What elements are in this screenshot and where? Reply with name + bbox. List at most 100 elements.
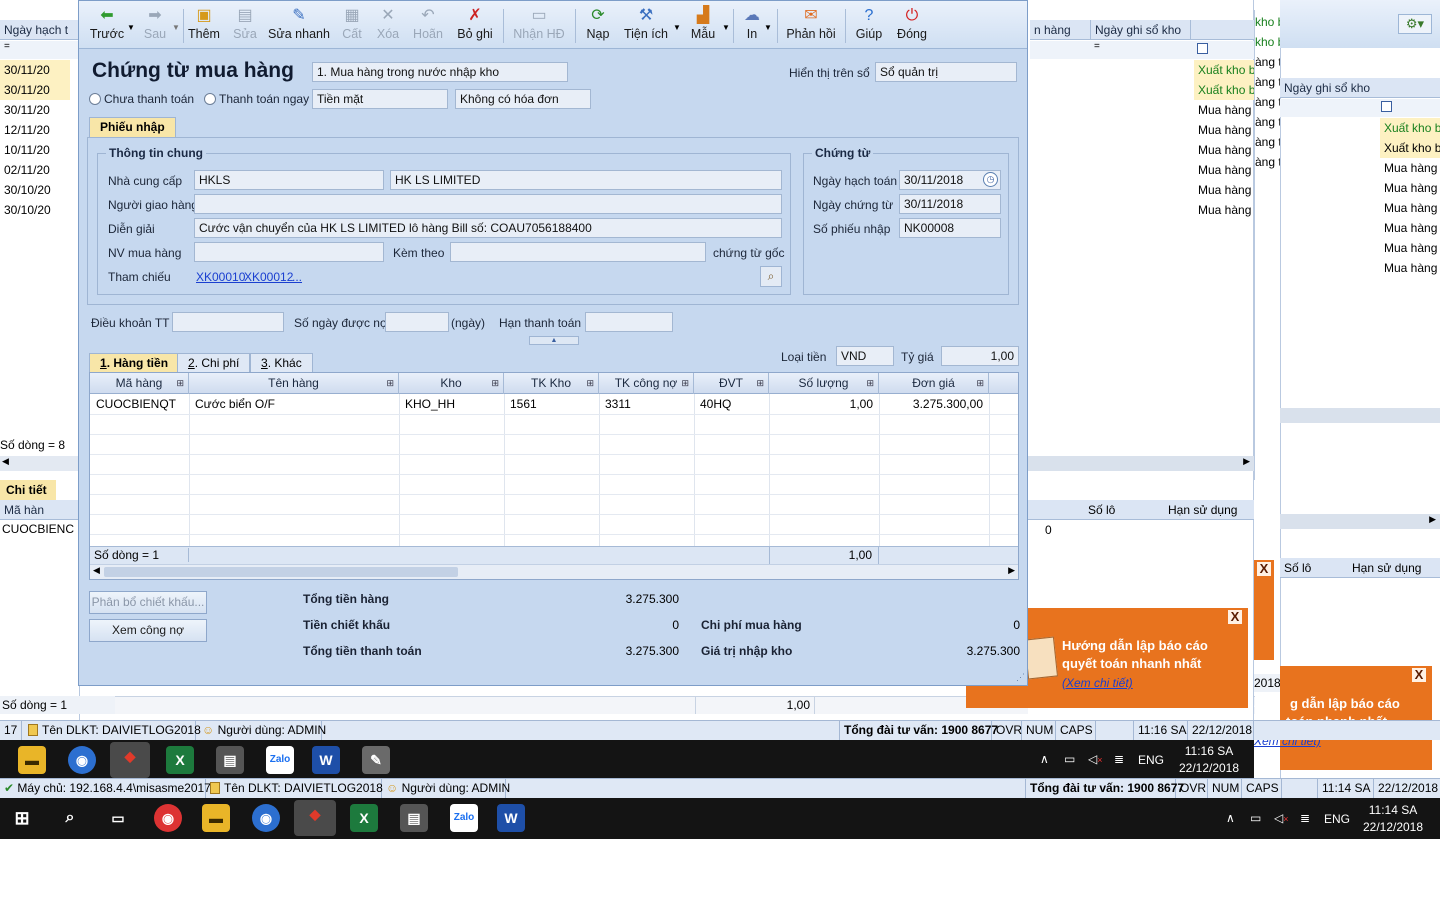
task-view-icon[interactable]: ▭	[104, 804, 132, 832]
printer-app-2-icon[interactable]: ▤	[400, 804, 428, 832]
close-button[interactable]: ⏻ Đóng	[893, 3, 931, 47]
supplier-code-input[interactable]: HKLS	[194, 170, 384, 190]
pin-icon[interactable]: ⊞	[976, 373, 984, 393]
cell-item-name[interactable]: Cước biển O/F	[189, 394, 399, 414]
bg-list-item[interactable]: Mua hàng t	[1194, 100, 1254, 120]
bg-date-row[interactable]: 10/11/20	[0, 140, 70, 160]
chrome-2-icon[interactable]: ◉	[252, 804, 280, 832]
col-warehouse[interactable]: Kho ⊞	[399, 373, 504, 394]
chrome-alt-icon[interactable]: ◉	[68, 746, 96, 774]
tab-goods[interactable]: 1. Hàng tiền	[89, 353, 180, 374]
credit-days-input[interactable]	[385, 312, 449, 332]
cell-unit[interactable]: 40HQ	[694, 394, 769, 414]
bg-date-row[interactable]: 30/11/20	[0, 80, 70, 100]
bg-list-item[interactable]: Mua hàng t	[1380, 158, 1440, 178]
chrome-icon[interactable]: ◉	[154, 804, 182, 832]
network-icon[interactable]: ▭	[1250, 811, 1261, 826]
search-reference-button[interactable]: ⌕	[760, 266, 782, 287]
excel-2-icon[interactable]: X	[350, 804, 378, 832]
purchase-type-select[interactable]: 1. Mua hàng trong nước nhập kho	[312, 62, 568, 82]
bg-list-item[interactable]: Mua hàng t	[1380, 218, 1440, 238]
paint-icon[interactable]: ✎	[362, 746, 390, 774]
utilities-button[interactable]: ⚒ Tiện ích	[621, 3, 671, 47]
zalo-icon[interactable]: Zalo	[266, 746, 294, 774]
bg-list-item[interactable]: Mua hàng t	[1380, 258, 1440, 278]
collapse-handle[interactable]: ▲	[529, 336, 579, 345]
chevron-down-icon[interactable]: ▼	[722, 23, 730, 32]
tray-chevron-up-icon[interactable]: ∧	[1226, 811, 1235, 826]
cell-stock-account[interactable]: 1561	[504, 394, 599, 414]
reference-link-1[interactable]: XK00010	[196, 270, 245, 284]
print-button[interactable]: ☁ In	[737, 3, 767, 47]
bg-date-row[interactable]: 02/11/20	[0, 160, 70, 180]
pin-icon[interactable]: ⊞	[756, 373, 764, 393]
supplier-name-input[interactable]: HK LS LIMITED	[390, 170, 782, 190]
edit-button[interactable]: ▤ Sửa	[227, 3, 263, 47]
prev-button[interactable]: ⬅ Trước	[87, 3, 127, 47]
due-date-input[interactable]	[585, 312, 673, 332]
bg-list-item[interactable]: Mua hàng t	[1194, 120, 1254, 140]
close-icon[interactable]: X	[1228, 610, 1242, 624]
volume-icon[interactable]: ◁×	[1088, 752, 1103, 768]
tab-cost[interactable]: 2. Chi phí	[177, 353, 251, 374]
bg-list-item[interactable]: Mua hàng t	[1380, 198, 1440, 218]
bg-list-item[interactable]: Xuất kho ba	[1380, 118, 1440, 138]
payment-terms-input[interactable]	[172, 312, 284, 332]
col-item-code[interactable]: Mã hàng ⊞	[90, 373, 189, 394]
promo-banner-back[interactable]: X	[1254, 560, 1274, 660]
chevron-down-icon[interactable]: ▼	[172, 23, 180, 32]
scroll-right-icon[interactable]: ▶	[1008, 565, 1015, 576]
bg-list-item[interactable]: Mua hàng t	[1380, 178, 1440, 198]
printer-app-icon[interactable]: ▤	[216, 746, 244, 774]
word-icon[interactable]: W	[312, 746, 340, 774]
bg-date-row[interactable]: 30/10/20	[0, 180, 70, 200]
close-icon[interactable]: X	[1257, 562, 1271, 576]
pin-icon[interactable]: ⊞	[176, 373, 184, 393]
taskbar-date[interactable]: 22/12/2018	[1176, 761, 1242, 776]
search-icon[interactable]: ⌕	[56, 804, 84, 832]
description-input[interactable]: Cước vận chuyển của HK LS LIMITED lô hàn…	[194, 218, 782, 238]
windows-start-icon[interactable]: ⊞	[8, 804, 36, 832]
bg-checkbox[interactable]	[1197, 43, 1208, 54]
resize-grip-icon[interactable]: ⋰	[1016, 672, 1025, 683]
tab-receipt[interactable]: Phiếu nhập	[89, 117, 176, 138]
zalo-2-icon[interactable]: Zalo	[450, 804, 478, 832]
currency-select[interactable]: VND	[836, 346, 894, 366]
chevron-down-icon[interactable]: ▼	[673, 23, 681, 32]
chevron-down-icon[interactable]: ▼	[764, 23, 772, 32]
help-button[interactable]: ? Giúp	[851, 3, 887, 47]
cell-warehouse[interactable]: KHO_HH	[399, 394, 504, 414]
close-icon[interactable]: X	[1412, 668, 1426, 682]
reference-link-2[interactable]: XK00012	[244, 270, 293, 284]
file-explorer-icon[interactable]: ▬	[18, 746, 46, 774]
volume-icon[interactable]: ◁×	[1274, 811, 1289, 827]
notification-icon[interactable]: ≣	[1114, 752, 1124, 767]
quick-edit-button[interactable]: ✎ Sửa nhanh	[267, 3, 331, 47]
rate-input[interactable]: 1,00	[941, 346, 1019, 366]
next-button[interactable]: ➡ Sau	[137, 3, 173, 47]
reload-button[interactable]: ⟳ Nạp	[581, 3, 615, 47]
col-payable-account[interactable]: TK công nợ ⊞	[599, 373, 694, 394]
folder-icon[interactable]: ▬	[202, 804, 230, 832]
invoice-status-select[interactable]: Không có hóa đơn	[455, 89, 591, 109]
cell-item-code[interactable]: CUOCBIENQT	[90, 394, 189, 414]
unpost-button[interactable]: ✗ Bỏ ghi	[453, 3, 497, 47]
bg-list-item[interactable]: Mua hàng t	[1194, 160, 1254, 180]
promo-link[interactable]: (Xem chi tiết)	[1062, 676, 1133, 690]
grid-horizontal-scrollbar[interactable]: ◀ ▶	[90, 564, 1018, 579]
bg-date-row[interactable]: 12/11/20	[0, 120, 70, 140]
radio-paid[interactable]: Thanh toán ngay	[204, 92, 309, 106]
bg-list-item[interactable]: Xuất kho bá	[1194, 60, 1254, 80]
bg-list-item[interactable]: Mua hàng t	[1194, 180, 1254, 200]
excel-icon[interactable]: X	[166, 746, 194, 774]
taskbar-lang-2[interactable]: ENG	[1324, 812, 1350, 827]
taskbar-lang[interactable]: ENG	[1138, 753, 1164, 768]
taskbar-time-2[interactable]: 11:14 SA	[1360, 803, 1426, 818]
delete-button[interactable]: ✕ Xóa	[371, 3, 405, 47]
network-icon[interactable]: ▭	[1064, 752, 1075, 767]
pin-icon[interactable]: ⊞	[681, 373, 689, 393]
payment-method-select[interactable]: Tiền mặt	[312, 89, 448, 109]
col-unit-price[interactable]: Đơn giá ⊞	[879, 373, 989, 394]
misa-icon[interactable]: ◆	[110, 742, 150, 778]
tab-other[interactable]: 3. Khác	[250, 353, 313, 374]
